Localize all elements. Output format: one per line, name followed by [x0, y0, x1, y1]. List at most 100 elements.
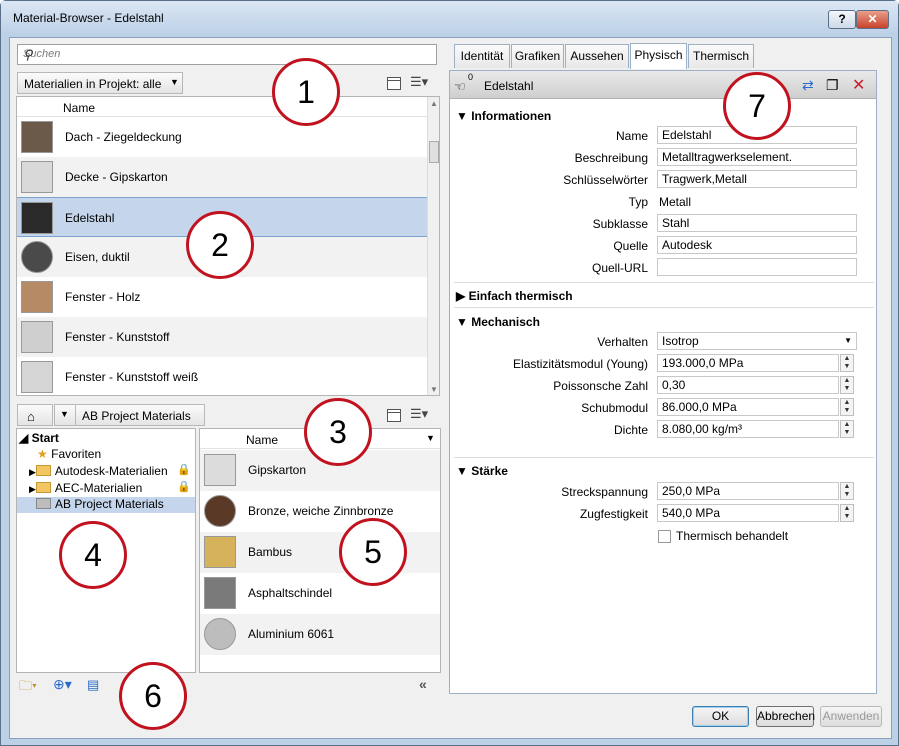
tree-item-favorites[interactable]: ★ Favoriten — [37, 447, 101, 461]
search-input[interactable]: Suchen ⚲ — [17, 44, 437, 65]
list-view-icon[interactable]: ☰▾ — [410, 74, 428, 90]
replace-asset-icon[interactable]: ⇄ — [802, 77, 814, 94]
search-icon[interactable]: ⚲ — [23, 47, 432, 63]
material-thumbnail — [204, 577, 236, 609]
thermally-treated-checkbox[interactable] — [658, 530, 671, 543]
field-label: Schubmodul — [581, 401, 648, 415]
section-header[interactable]: ▼ Stärke — [456, 464, 508, 478]
breadcrumb-dropdown[interactable]: ▼ — [54, 404, 76, 426]
tree-item-label: AB Project Materials — [55, 497, 164, 511]
delete-icon[interactable]: ✕ — [852, 75, 865, 95]
source-field[interactable]: Autodesk — [657, 236, 857, 254]
keywords-field[interactable]: Tragwerk,Metall — [657, 170, 857, 188]
section-header[interactable]: ▼ Mechanisch — [456, 315, 540, 329]
callout-4: 4 — [59, 521, 127, 589]
tab-physical[interactable]: Physisch — [630, 43, 687, 69]
folder-icon — [35, 465, 51, 476]
lock-icon: 🔒 — [177, 481, 191, 493]
material-thumbnail — [21, 281, 53, 313]
cancel-button[interactable]: Abbrechen — [756, 706, 815, 727]
scroll-up-icon[interactable]: ▲ — [430, 99, 438, 108]
list-item-label: Fenster - Holz — [65, 290, 141, 304]
list-item-label: Asphaltschindel — [248, 586, 333, 600]
list-item[interactable]: Fenster - Holz — [17, 277, 429, 317]
panel-toggle-icon[interactable] — [387, 409, 401, 422]
asset-count: 0 — [468, 72, 474, 82]
callout-5: 5 — [339, 518, 407, 586]
collapse-icon[interactable]: « — [419, 676, 427, 692]
project-filter-label: Materialien in Projekt: alle — [24, 77, 162, 91]
apply-button[interactable]: Anwenden — [820, 706, 882, 727]
checkbox-label: Thermisch behandelt — [676, 529, 789, 543]
spinner[interactable]: ▲ ▼ — [840, 376, 854, 394]
create-material-icon[interactable]: ⊕▾ — [53, 676, 72, 693]
vertical-scrollbar[interactable]: ▲ ▼ — [427, 97, 439, 395]
tab-appearance[interactable]: Aussehen — [565, 44, 629, 68]
tensile-strength-field[interactable]: 540,0 MPa — [657, 504, 839, 522]
field-label: Schlüsselwörter — [563, 173, 648, 187]
expand-arrow-icon: ▶ — [29, 467, 36, 477]
list-header[interactable]: Name — [17, 97, 427, 117]
list-view-icon[interactable]: ☰▾ — [410, 406, 428, 422]
list-item[interactable]: Fenster - Kunststoff weiß — [17, 357, 429, 395]
description-field[interactable]: Metalltragwerkselement. — [657, 148, 857, 166]
project-filter-dropdown[interactable]: Materialien in Projekt: alle ▼ — [17, 72, 183, 94]
asset-header: ☜ 0 Edelstahl ⇄ ❐ ✕ — [450, 71, 876, 99]
expand-icon: ◢ — [19, 431, 29, 445]
ok-button[interactable]: OK — [692, 706, 749, 727]
scroll-thumb[interactable] — [429, 141, 439, 163]
tab-graphics[interactable]: Grafiken — [511, 44, 564, 68]
library-toolbar: 🗀▾ ⊕▾ ▤ « — [17, 676, 441, 696]
tree-item-ab-project[interactable]: AB Project Materials — [17, 497, 195, 513]
density-field[interactable]: 8.080,00 kg/m³ — [657, 420, 839, 438]
breadcrumb[interactable]: AB Project Materials — [75, 404, 205, 426]
title-bar[interactable]: Material-Browser - Edelstahl ? ✕ — [1, 1, 898, 35]
folder-icon — [36, 498, 51, 509]
field-label: Verhalten — [597, 335, 648, 349]
material-thumbnail — [21, 121, 53, 153]
tab-thermal[interactable]: Thermisch — [688, 44, 754, 68]
subclass-field[interactable]: Stahl — [657, 214, 857, 232]
list-item[interactable]: Asphaltschindel — [200, 573, 440, 614]
close-button[interactable]: ✕ — [856, 10, 889, 29]
tree-root[interactable]: ◢ Start — [19, 431, 59, 445]
tree-item-aec[interactable]: ▶ AEC-Materialien — [29, 481, 142, 495]
young-modulus-field[interactable]: 193.000,0 MPa — [657, 354, 839, 372]
shear-modulus-field[interactable]: 86.000,0 MPa — [657, 398, 839, 416]
spinner[interactable]: ▲ ▼ — [840, 482, 854, 500]
callout-7: 7 — [723, 72, 791, 140]
behavior-select[interactable]: Isotrop ▼ — [657, 332, 857, 350]
callout-6: 6 — [119, 662, 187, 730]
list-item[interactable]: Bronze, weiche Zinnbronze — [200, 491, 440, 532]
section-header[interactable]: ▼ Informationen — [456, 109, 551, 123]
duplicate-icon[interactable]: ❐ — [826, 77, 839, 94]
tab-identity[interactable]: Identität — [454, 44, 510, 68]
panel-toggle-icon[interactable] — [387, 77, 401, 90]
spinner[interactable]: ▲ ▼ — [840, 398, 854, 416]
tree-item-label: AEC-Materialien — [54, 481, 143, 495]
behavior-value: Isotrop — [662, 334, 699, 348]
material-thumbnail — [204, 495, 236, 527]
help-button[interactable]: ? — [828, 10, 856, 29]
spinner[interactable]: ▲ ▼ — [840, 504, 854, 522]
list-item[interactable]: Dach - Ziegeldeckung — [17, 117, 429, 157]
chevron-down-icon[interactable]: ▼ — [426, 433, 435, 443]
asset-browser-icon[interactable]: ▤ — [87, 677, 99, 693]
list-item[interactable]: Fenster - Kunststoff — [17, 317, 429, 357]
scroll-down-icon[interactable]: ▼ — [430, 385, 438, 394]
list-item[interactable]: Aluminium 6061 — [200, 614, 440, 655]
name-column-header: Name — [63, 101, 96, 115]
library-menu-icon[interactable]: 🗀▾ — [19, 677, 37, 699]
tree-item-autodesk[interactable]: ▶ Autodesk-Materialien — [29, 464, 168, 478]
spinner[interactable]: ▲ ▼ — [840, 420, 854, 438]
list-item[interactable]: Decke - Gipskarton — [17, 157, 429, 197]
name-column-header: Name — [246, 433, 279, 447]
list-item-label: Gipskarton — [248, 463, 307, 477]
yield-strength-field[interactable]: 250,0 MPa — [657, 482, 839, 500]
field-label: Poissonsche Zahl — [553, 379, 648, 393]
poisson-ratio-field[interactable]: 0,30 — [657, 376, 839, 394]
section-header[interactable]: ▶ Einfach thermisch — [456, 289, 573, 303]
source-url-field[interactable] — [657, 258, 857, 276]
spinner[interactable]: ▲ ▼ — [840, 354, 854, 372]
home-button[interactable]: ⌂ — [17, 404, 53, 426]
